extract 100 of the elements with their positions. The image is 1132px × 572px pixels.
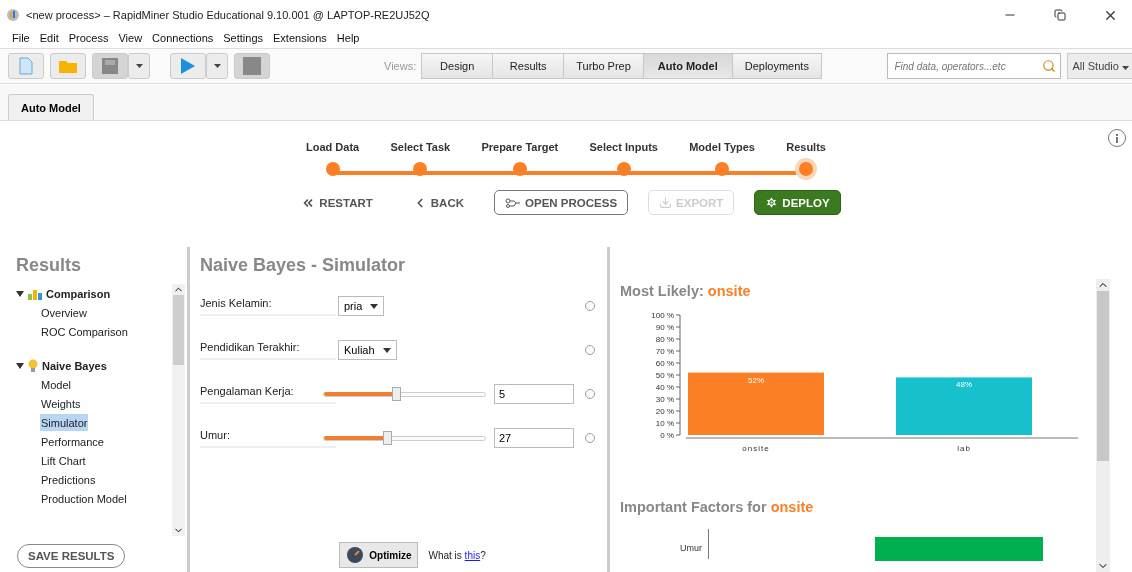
bar-chart-icon xyxy=(27,288,43,300)
tree-item[interactable]: Performance xyxy=(40,433,105,450)
lightbulb-icon xyxy=(27,359,39,373)
category-label: lab xyxy=(957,444,971,453)
wizard-step[interactable]: Select Inputs xyxy=(589,141,658,176)
expand-triangle-icon[interactable] xyxy=(16,291,24,297)
bar-value-label: 52% xyxy=(748,375,764,385)
menu-item[interactable]: Settings xyxy=(223,32,263,44)
app-logo-icon xyxy=(6,8,20,22)
factor-chart-axis xyxy=(708,529,709,559)
wizard-step[interactable]: Model Types xyxy=(689,141,755,176)
tree-item[interactable]: Lift Chart xyxy=(40,452,87,469)
new-file-button[interactable] xyxy=(8,53,44,79)
menu-item[interactable]: Process xyxy=(68,32,109,44)
download-icon xyxy=(659,196,673,209)
tree-item[interactable]: ROC Comparison xyxy=(40,323,129,340)
view-tab[interactable]: Results xyxy=(492,53,565,79)
number-field[interactable]: 27 xyxy=(494,428,574,448)
axis-tick-label: 80 % xyxy=(655,335,674,344)
tree-item[interactable]: Weights xyxy=(40,395,82,412)
tree-group-label[interactable]: Naive Bayes xyxy=(42,360,107,372)
caret-icon xyxy=(135,64,143,68)
slider-thumb[interactable] xyxy=(392,386,402,401)
tab[interactable]: Auto Model xyxy=(8,94,94,120)
caret-icon xyxy=(1122,66,1129,70)
input-label: Jenis Kelamin: xyxy=(200,296,336,316)
optimize-button[interactable]: Optimize xyxy=(339,542,419,568)
menu-item[interactable]: View xyxy=(118,32,143,44)
restore-icon xyxy=(1054,9,1066,21)
slider-thumb[interactable] xyxy=(382,430,392,445)
deploy-button[interactable]: DEPLOY xyxy=(754,190,841,215)
folder-icon xyxy=(58,58,78,74)
menu-item[interactable]: Help xyxy=(336,32,360,44)
wizard-step[interactable]: Results xyxy=(786,141,826,176)
dropdown[interactable]: Kuliah xyxy=(338,340,397,360)
menu-item[interactable]: Extensions xyxy=(273,32,327,44)
open-button[interactable]: OPEN PROCESS xyxy=(494,190,629,215)
axis-tick-label: 20 % xyxy=(655,407,674,416)
axis-tick-label: 70 % xyxy=(655,347,674,356)
scope-dropdown[interactable]: All Studio xyxy=(1067,53,1132,79)
view-tab[interactable]: Deployments xyxy=(731,53,822,79)
save-results-button[interactable]: SAVE RESULTS xyxy=(17,544,126,568)
views-label: Views: xyxy=(384,60,417,72)
menu-item[interactable]: File xyxy=(12,32,30,44)
panel-title: Naive Bayes - Simulator xyxy=(200,255,407,276)
tree-item[interactable]: Simulator xyxy=(40,414,89,431)
menu-item[interactable]: Edit xyxy=(39,32,59,44)
dropdown[interactable]: pria xyxy=(338,296,385,316)
help-link[interactable]: this xyxy=(464,549,481,561)
search-field[interactable]: Find data, operators...etc xyxy=(887,53,1062,79)
number-field[interactable]: 5 xyxy=(494,384,574,404)
view-tab[interactable]: Auto Model xyxy=(642,53,733,79)
process-icon xyxy=(505,197,522,208)
tree-item[interactable]: Predictions xyxy=(40,471,97,488)
wizard-step[interactable]: Prepare Target xyxy=(481,141,559,176)
open-folder-button[interactable] xyxy=(50,53,86,79)
view-tab[interactable]: Design xyxy=(421,53,494,79)
caret-icon xyxy=(213,64,221,68)
search-input[interactable]: Find data, operators...etc xyxy=(892,59,1039,73)
wizard-step[interactable]: Load Data xyxy=(306,141,360,176)
wizard-step[interactable]: Select Task xyxy=(390,141,451,176)
save-dropdown-button[interactable] xyxy=(128,53,150,79)
help-text: What is this? xyxy=(428,549,486,561)
axis-tick-label: 30 % xyxy=(655,395,674,404)
scrollbar[interactable] xyxy=(1096,279,1110,572)
run-button[interactable] xyxy=(170,53,206,79)
restart-button[interactable]: RESTART xyxy=(291,190,383,215)
tree-group-label[interactable]: Comparison xyxy=(46,288,111,300)
expand-triangle-icon[interactable] xyxy=(16,363,24,369)
document-icon xyxy=(19,57,33,75)
factor-label: Umur xyxy=(679,542,703,553)
view-tab[interactable]: Turbo Prep xyxy=(563,53,644,79)
sidebar-title: Results xyxy=(15,255,83,276)
stop-button[interactable] xyxy=(234,53,270,79)
back-button[interactable]: BACK xyxy=(402,190,475,215)
caret-icon xyxy=(382,347,391,353)
axis-tick-label: 90 % xyxy=(655,323,674,332)
input-label: Pendidikan Terakhir: xyxy=(200,340,336,360)
menu-item[interactable]: Connections xyxy=(152,32,214,44)
axis-tick-label: 60 % xyxy=(655,359,674,368)
stop-icon xyxy=(243,57,261,75)
scrollbar[interactable] xyxy=(172,284,185,536)
tree-item[interactable]: Overview xyxy=(40,304,88,321)
axis-tick-label: 10 % xyxy=(655,419,674,428)
gauge-icon xyxy=(346,546,365,564)
tree-item[interactable]: Model xyxy=(40,376,72,393)
tree-item[interactable]: Production Model xyxy=(40,490,128,507)
chart-title: Most Likely: onsite xyxy=(620,283,752,299)
axis-tick-label: 0 % xyxy=(660,431,674,440)
bar-value-label: 48% xyxy=(956,380,972,390)
axis-tick-label: 100 % xyxy=(651,311,674,320)
save-button[interactable] xyxy=(92,53,128,79)
scrollbar-thumb[interactable] xyxy=(173,295,184,365)
axis-tick-label: 50 % xyxy=(655,371,674,380)
search-icon xyxy=(1042,59,1057,73)
window-title: <new process> – RapidMiner Studio Educational 9.10.001 @ LAPTOP-RE2UJ52Q xyxy=(26,9,431,21)
chart-title: Important Factors for onsite xyxy=(620,499,815,515)
caret-icon xyxy=(370,303,379,309)
scrollbar-thumb[interactable] xyxy=(1097,291,1109,461)
run-dropdown-button[interactable] xyxy=(206,53,228,79)
